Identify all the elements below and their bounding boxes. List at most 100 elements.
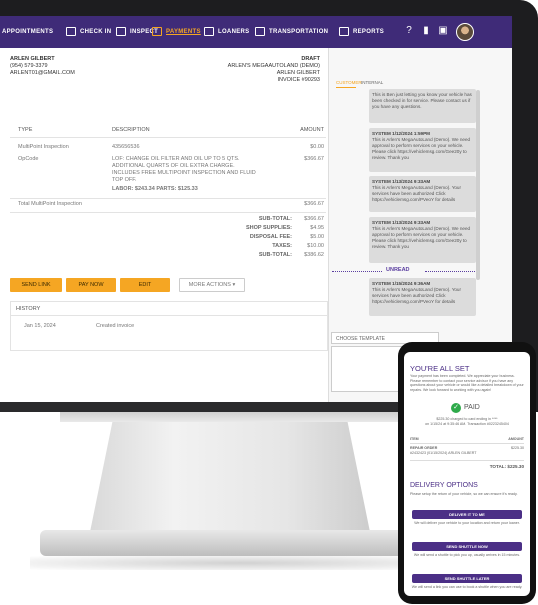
document-icon[interactable]: ▮ <box>420 25 432 37</box>
deliver-option-text: We will deliver your vehicle to your loc… <box>414 521 520 525</box>
labor-parts: LABOR: $243.34 PARTS: $125.33 <box>112 186 198 192</box>
send-shuttle-later-button[interactable]: SEND SHUTTLE LATER <box>412 574 522 583</box>
item-detail: #2432423 (01/15/2024) ARLEN GILBERT <box>410 451 477 455</box>
inspect-icon <box>116 26 126 36</box>
active-tab-underline <box>336 87 356 88</box>
customer-email: ARLENT01@GMAIL.COM <box>10 70 75 76</box>
totals-value: $386.62 <box>304 252 324 258</box>
phone-intro: Your payment has been completed. We appr… <box>410 374 524 392</box>
totals-label: TAXES: <box>272 243 292 249</box>
history-title: HISTORY <box>16 306 41 312</box>
reports-icon <box>339 26 349 36</box>
divider <box>410 460 524 461</box>
totals-label: SUB-TOTAL: <box>258 216 292 222</box>
shuttle-later-text: We will send a link you can use to book … <box>411 585 523 589</box>
customer-phone: (954) 579-3379 <box>10 63 48 69</box>
nav-reports[interactable]: REPORTS <box>339 16 384 48</box>
car-icon <box>255 26 265 36</box>
charge-line-2: on 1/15/24 at 9:35:46 AM. Transaction #0… <box>425 422 509 426</box>
nav-loaners[interactable]: LOANERS <box>204 16 249 48</box>
divider <box>10 212 326 213</box>
totals-value: $10.00 <box>307 243 324 249</box>
col-type: TYPE <box>18 127 33 133</box>
row-amount: $0.00 <box>310 144 324 150</box>
row-type: OpCode <box>18 156 39 162</box>
total-label: Total MultiPoint Inspection <box>18 201 82 207</box>
totals-label: DISPOSAL FEE: <box>249 234 292 240</box>
chat-message: SYSTEM 1/13/2024 9:33AM This is Arlen's … <box>369 176 476 212</box>
message-body: This is Arlen's MegaAutoLand (Demo). You… <box>372 185 461 202</box>
shuttle-now-text: We will send a shuttle to pick you up, u… <box>413 553 521 557</box>
chat-message: SYSTEM 1/12/2024 1:59PM This is Arlen's … <box>369 128 476 172</box>
unread-divider-left <box>332 271 382 272</box>
message-body: This is Arlen's MegaAutoLand (Demo). You… <box>372 287 461 304</box>
invoice-status: DRAFT <box>301 56 320 62</box>
history-date: Jan 15, 2024 <box>24 323 56 329</box>
phone-notch <box>447 344 487 350</box>
payment-card-icon <box>152 26 162 36</box>
edit-button[interactable]: EDIT <box>120 278 170 292</box>
tab-internal[interactable]: INTERNAL <box>361 80 383 85</box>
loaner-icon <box>204 26 214 36</box>
check-circle-icon: ✓ <box>451 403 461 413</box>
message-body: This is Arlen's MegaAutoLand (Demo). We … <box>372 226 471 249</box>
pay-now-button[interactable]: PAY NOW <box>66 278 116 292</box>
more-actions-dropdown[interactable]: MORE ACTIONS ▾ <box>179 278 245 292</box>
chat-message: SYSTEM 1/13/2024 9:33AM This is Arlen's … <box>369 217 476 263</box>
monitor-stand-top <box>60 412 400 422</box>
nav-label: LOANERS <box>218 29 250 35</box>
chat-message: SYSTEM 1/15/2024 9:36AM This is Arlen's … <box>369 278 476 316</box>
totals-value: $366.67 <box>304 216 324 222</box>
history-panel <box>10 301 328 351</box>
unread-divider-right <box>425 271 477 272</box>
delivery-title: DELIVERY OPTIONS <box>410 482 478 489</box>
row-description: LOF: CHANGE OIL FILTER AND OIL UP TO 5 Q… <box>112 156 256 183</box>
send-link-button[interactable]: SEND LINK <box>10 278 62 292</box>
tab-customer[interactable]: CUSTOMER <box>336 80 362 85</box>
avatar[interactable] <box>456 23 474 41</box>
more-actions-label: MORE ACTIONS <box>188 282 231 288</box>
delivery-intro: Please setup the return of your vehicle,… <box>410 492 518 496</box>
divider <box>10 315 328 316</box>
row-amount: $366.67 <box>304 156 324 162</box>
item-header: ITEM <box>410 437 419 441</box>
nav-check-in[interactable]: CHECK IN <box>66 16 111 48</box>
checkin-icon <box>66 26 76 36</box>
row-description: 435656536 <box>112 144 140 150</box>
deliver-to-me-button[interactable]: DELIVER IT TO ME <box>412 510 522 519</box>
row-type: MultiPoint Inspection <box>18 144 69 150</box>
bookmark-icon[interactable]: ▣ <box>437 25 449 37</box>
chevron-down-icon: ▾ <box>232 282 236 288</box>
template-placeholder: CHOOSE TEMPLATE <box>336 336 385 342</box>
chat-message: This is Ben just letting you know your v… <box>369 89 476 123</box>
nav-appointments[interactable]: APPOINTMENTS <box>2 16 53 48</box>
chat-scrollbar[interactable] <box>476 90 480 280</box>
item-amount: $225.30 <box>511 446 524 450</box>
nav-label: TRANSPORTATION <box>269 29 329 35</box>
nav-label: CHECK IN <box>80 29 112 35</box>
monitor-base <box>40 530 440 556</box>
help-icon[interactable]: ? <box>403 25 415 37</box>
customer-name: ARLEN GILBERT <box>10 56 55 62</box>
nav-label: APPOINTMENTS <box>2 29 54 35</box>
divider <box>10 137 326 138</box>
col-description: DESCRIPTION <box>112 127 150 133</box>
totals-label: SHOP SUPPLIES: <box>245 225 292 231</box>
nav-label: REPORTS <box>353 29 385 35</box>
nav-payments[interactable]: PAYMENTS <box>152 16 201 48</box>
unread-label: UNREAD <box>386 267 410 273</box>
divider <box>10 198 326 199</box>
send-shuttle-now-button[interactable]: SEND SHUTTLE NOW <box>412 542 522 551</box>
dealer-name: ARLEN'S MEGAAUTOLAND (DEMO) <box>227 63 320 69</box>
invoice-customer: ARLEN GILBERT <box>276 70 320 76</box>
total-amount: $366.67 <box>304 201 324 207</box>
stand-shadow <box>30 556 450 570</box>
totals-value: $4.95 <box>310 225 324 231</box>
item-name: REPAIR ORDER <box>410 446 438 450</box>
nav-transportation[interactable]: TRANSPORTATION <box>255 16 328 48</box>
top-nav: APPOINTMENTS CHECK IN INSPECT PAYMENTS L… <box>0 16 512 48</box>
phone-total: TOTAL: $225.30 <box>489 464 524 469</box>
charge-line-1: $225.30 charged to card ending in **** <box>436 417 498 421</box>
phone-title: YOU'RE ALL SET <box>410 364 470 373</box>
amount-header: AMOUNT <box>508 437 524 441</box>
